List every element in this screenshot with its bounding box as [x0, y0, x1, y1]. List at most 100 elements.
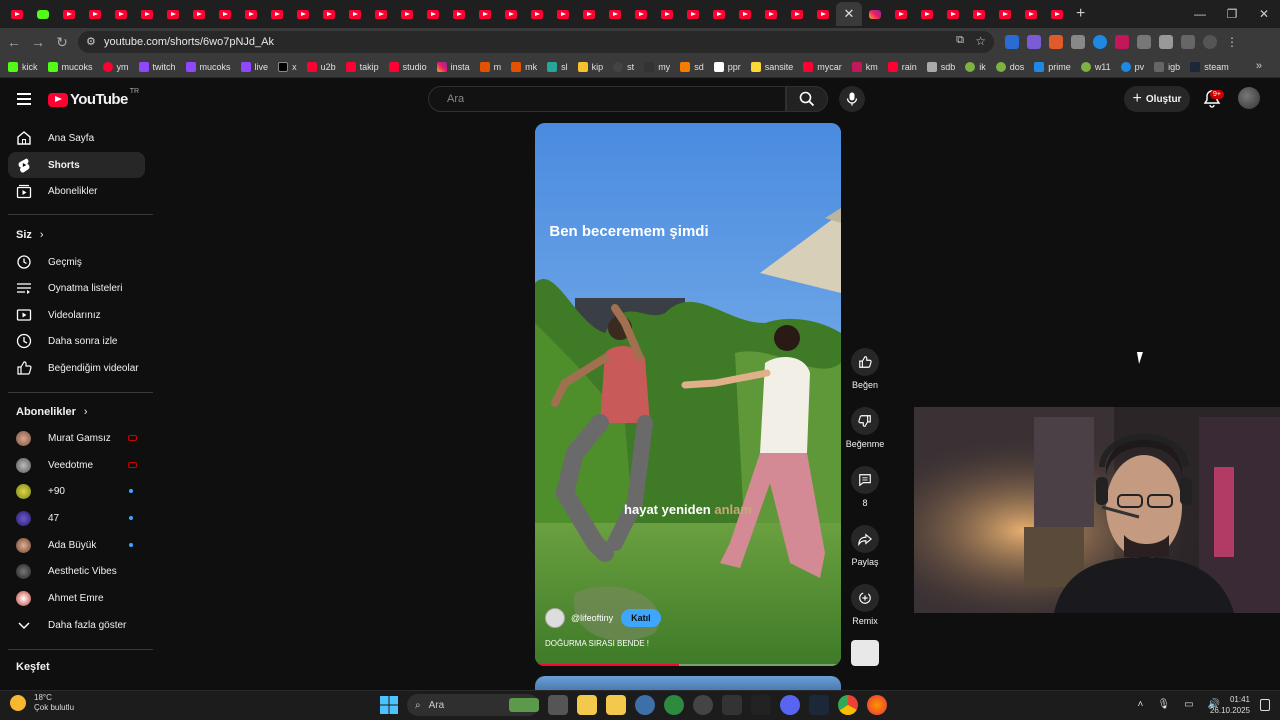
comments-button[interactable]: 8: [843, 466, 887, 508]
bookmark-item[interactable]: insta: [436, 61, 470, 72]
bookmark-item[interactable]: pv: [1120, 61, 1144, 72]
channel-avatar[interactable]: [545, 608, 565, 628]
sidebar-item-liked-videos[interactable]: Beğendiğim videolar: [8, 355, 145, 381]
like-button[interactable]: Beğen: [843, 348, 887, 390]
url-field[interactable]: ⚙ youtube.com/shorts/6wo7pNJd_Ak ⧉ ☆: [78, 31, 994, 53]
bookmark-item[interactable]: m: [479, 61, 501, 72]
browser-tab[interactable]: [498, 2, 524, 26]
bookmark-item[interactable]: mycar: [803, 61, 842, 72]
bookmark-item[interactable]: sl: [547, 61, 568, 72]
new-tab-icon[interactable]: +: [1076, 5, 1085, 23]
video-title[interactable]: DOĞURMA SIRASI BENDE !: [545, 639, 649, 648]
browser-tab[interactable]: [316, 2, 342, 26]
browser-tab[interactable]: [134, 2, 160, 26]
browser-tab[interactable]: [602, 2, 628, 26]
clock[interactable]: 01:41 26.10.2025: [1210, 694, 1250, 716]
bookmark-item[interactable]: ym: [102, 61, 129, 72]
share-button[interactable]: Paylaş: [843, 525, 887, 567]
close-tab-icon[interactable]: ✕: [844, 6, 855, 22]
browser-tab[interactable]: [160, 2, 186, 26]
bookmark-item[interactable]: sd: [680, 61, 704, 72]
extension-icon[interactable]: [1049, 35, 1063, 49]
subscription-item[interactable]: Ahmet Emre: [8, 585, 145, 611]
browser-tab[interactable]: [654, 2, 680, 26]
browser-tab[interactable]: [472, 2, 498, 26]
search-input[interactable]: Ara: [428, 86, 786, 112]
browser-tab[interactable]: [940, 2, 966, 26]
bookmark-item[interactable]: mucoks: [185, 61, 231, 72]
subscription-item[interactable]: Ada Büyük: [8, 532, 145, 558]
browser-tab[interactable]: [30, 2, 56, 26]
bookmark-item[interactable]: u2b: [306, 61, 336, 72]
bookmark-item[interactable]: twitch: [138, 61, 176, 72]
bookmark-item[interactable]: igb: [1154, 61, 1180, 72]
dislike-button[interactable]: Beğenme: [843, 407, 887, 449]
menu-icon[interactable]: [17, 93, 31, 105]
browser-tab[interactable]: [758, 2, 784, 26]
browser-tab[interactable]: [706, 2, 732, 26]
app-icon[interactable]: [693, 695, 713, 715]
bookmark-item[interactable]: mucoks: [47, 61, 93, 72]
section-you-header[interactable]: Siz ›: [16, 229, 44, 241]
browser-tab[interactable]: [4, 2, 30, 26]
extension-icon[interactable]: [1115, 35, 1129, 49]
browser-tab[interactable]: [290, 2, 316, 26]
browser-tab[interactable]: [576, 2, 602, 26]
browser-tab[interactable]: [914, 2, 940, 26]
forward-icon[interactable]: →: [26, 34, 50, 50]
chevron-up-icon[interactable]: ˄: [1138, 699, 1144, 710]
bookmark-item[interactable]: mk: [511, 61, 537, 72]
browser-tab[interactable]: [212, 2, 238, 26]
progress-bar[interactable]: [535, 664, 841, 666]
network-icon[interactable]: ▭: [1184, 699, 1193, 710]
subscription-item[interactable]: Aesthetic Vibes: [8, 558, 145, 584]
account-avatar[interactable]: [1238, 87, 1260, 109]
site-info-icon[interactable]: ⚙: [86, 35, 96, 48]
section-subscriptions-header[interactable]: Abonelikler ›: [16, 406, 88, 418]
browser-tab[interactable]: [186, 2, 212, 26]
browser-tab[interactable]: [368, 2, 394, 26]
bookmark-item[interactable]: st: [613, 61, 634, 72]
bookmark-item[interactable]: live: [240, 61, 268, 72]
show-more-button[interactable]: Daha fazla göster: [8, 612, 145, 638]
browser-tab[interactable]: [966, 2, 992, 26]
browser-tab[interactable]: [862, 2, 888, 26]
browser-tab[interactable]: [238, 2, 264, 26]
bookmark-item[interactable]: steam: [1190, 61, 1229, 72]
settings-icon[interactable]: [635, 695, 655, 715]
channel-handle[interactable]: @lifeoftiny: [571, 613, 613, 623]
bookmark-item[interactable]: takip: [345, 61, 379, 72]
bookmark-star-icon[interactable]: ☆: [975, 34, 986, 48]
bookmark-item[interactable]: dos: [995, 61, 1024, 72]
browser-tab[interactable]: [524, 2, 550, 26]
bookmark-item[interactable]: prime: [1034, 61, 1071, 72]
back-icon[interactable]: ←: [2, 34, 26, 50]
profile-icon[interactable]: [1203, 35, 1217, 49]
browser-tab[interactable]: [732, 2, 758, 26]
subscription-item[interactable]: 47: [8, 505, 145, 531]
browser-tab[interactable]: [888, 2, 914, 26]
bookmark-item[interactable]: x: [278, 61, 297, 72]
extension-icon[interactable]: [1093, 35, 1107, 49]
bookmark-item[interactable]: my: [644, 61, 670, 72]
browser-tab[interactable]: [784, 2, 810, 26]
bookmark-item[interactable]: w11: [1080, 61, 1111, 72]
extension-icon[interactable]: [1071, 35, 1085, 49]
bookmark-item[interactable]: sdb: [926, 61, 955, 72]
sidebar-item-shorts[interactable]: Shorts: [8, 152, 145, 178]
browser-tab[interactable]: [420, 2, 446, 26]
bookmark-item[interactable]: kip: [577, 61, 603, 72]
close-window-icon[interactable]: ✕: [1248, 0, 1280, 28]
voice-search-button[interactable]: [839, 86, 865, 112]
shorts-video-player[interactable]: Ben beceremem şimdi hayat yeniden anlam …: [535, 123, 841, 666]
youtube-logo[interactable]: YouTube TR: [48, 88, 139, 108]
join-button[interactable]: Katıl: [621, 609, 661, 627]
bookmark-item[interactable]: km: [851, 61, 878, 72]
app-icon[interactable]: [722, 695, 742, 715]
taskbar-search[interactable]: ⌕ Ara: [407, 694, 539, 716]
extension-icon[interactable]: [1137, 35, 1151, 49]
bookmark-item[interactable]: studio: [388, 61, 427, 72]
subscription-item[interactable]: Veedotme: [8, 452, 145, 478]
subscription-item[interactable]: +90: [8, 478, 145, 504]
sidebar-item-your-videos[interactable]: Videolarınız: [8, 302, 145, 328]
